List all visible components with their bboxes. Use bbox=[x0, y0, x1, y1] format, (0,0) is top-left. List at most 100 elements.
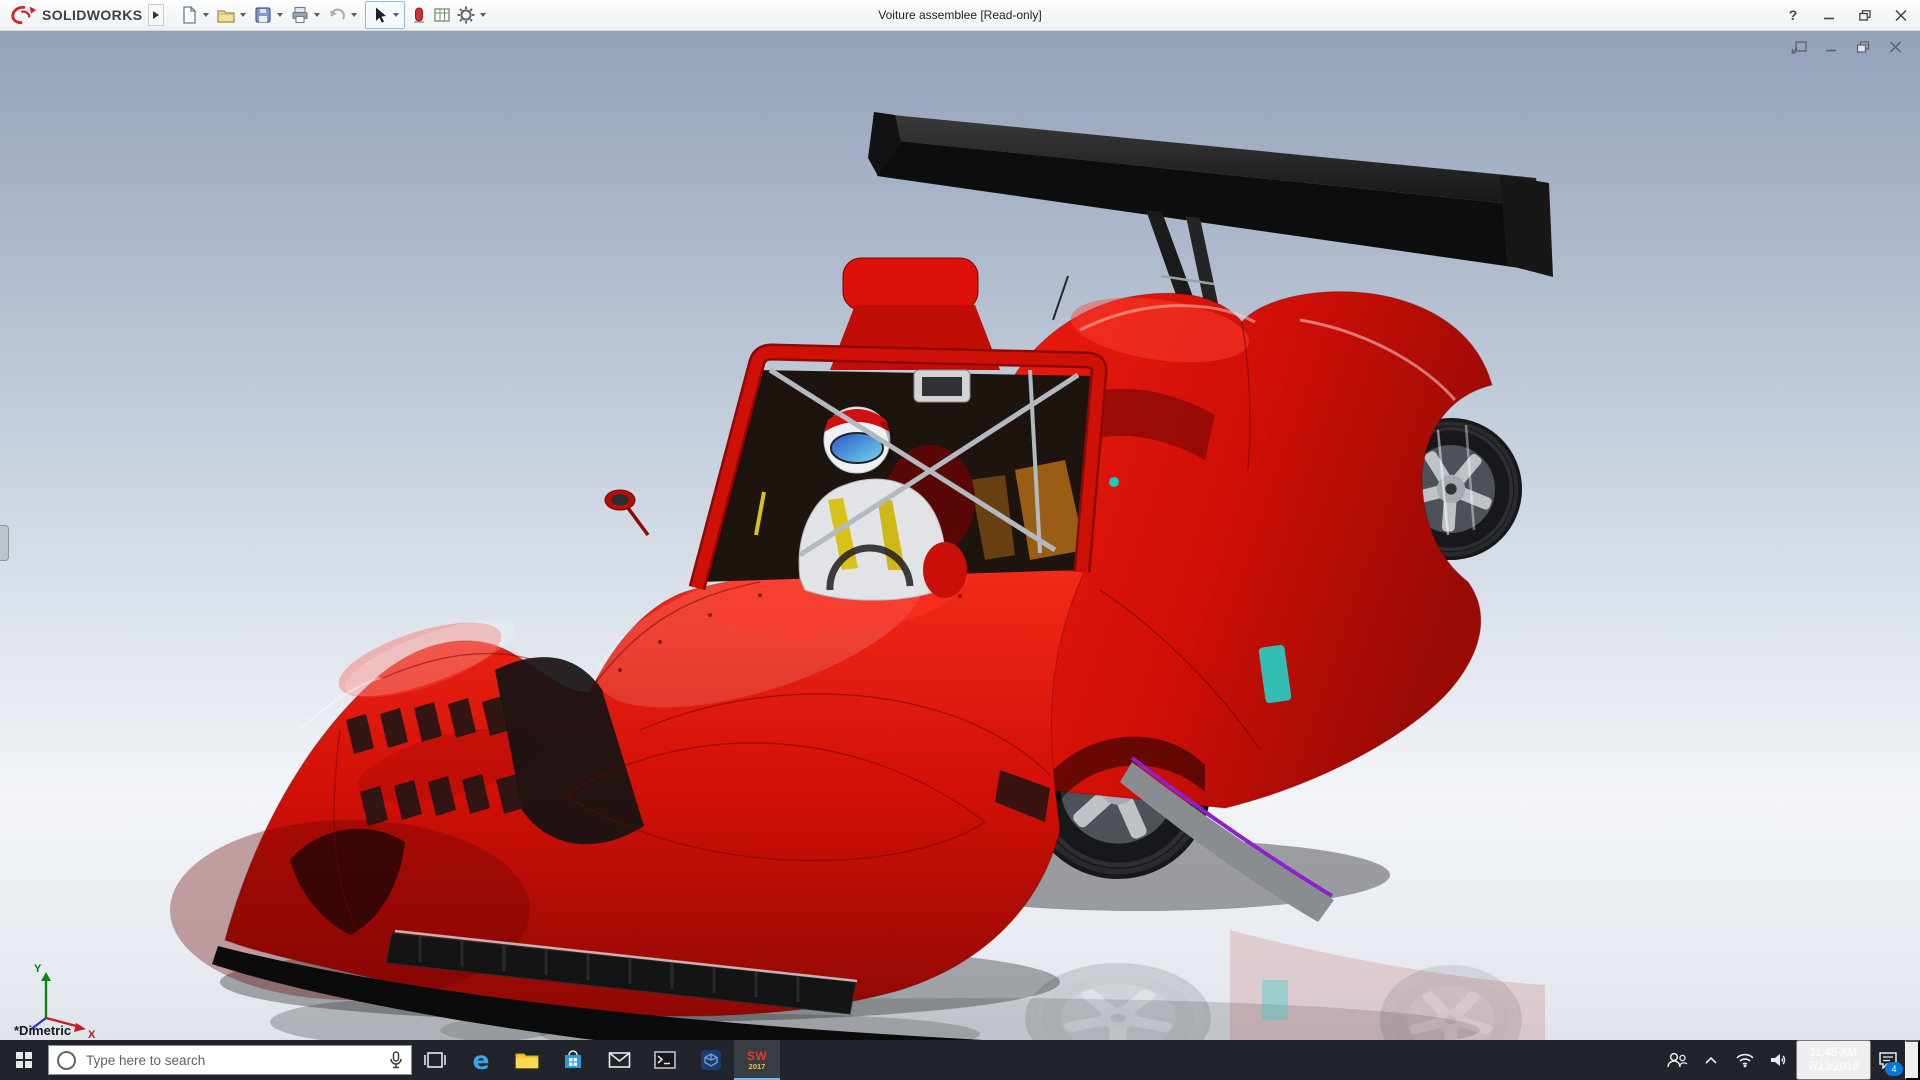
save-icon bbox=[253, 5, 273, 25]
triad-y-label: Y bbox=[34, 963, 42, 975]
appearance-icon bbox=[410, 5, 428, 25]
hidden-icons-button[interactable] bbox=[1694, 1040, 1728, 1080]
system-tray: 11:45 AM 7/13/2018 4 bbox=[1660, 1040, 1920, 1080]
minimize-icon bbox=[1823, 10, 1835, 21]
edrawings-icon bbox=[700, 1049, 722, 1071]
undo-icon bbox=[327, 5, 347, 25]
restore-icon bbox=[1856, 41, 1870, 53]
dropdown-caret-icon[interactable] bbox=[314, 13, 320, 17]
people-button[interactable] bbox=[1660, 1040, 1694, 1080]
view-orientation-label: *Dimetric bbox=[14, 1023, 71, 1038]
options-button[interactable] bbox=[455, 3, 490, 27]
print-button[interactable] bbox=[289, 3, 324, 27]
network-button[interactable] bbox=[1728, 1040, 1762, 1080]
task-view-icon bbox=[424, 1050, 446, 1070]
taskbar-item-store[interactable] bbox=[550, 1040, 596, 1080]
solidworks-icon: SW 2017 bbox=[747, 1050, 767, 1071]
restore-button[interactable] bbox=[1850, 2, 1880, 28]
minimize-icon bbox=[1824, 41, 1838, 53]
start-button[interactable] bbox=[0, 1040, 48, 1080]
close-icon bbox=[1889, 41, 1902, 53]
tray-date: 7/13/2018 bbox=[1808, 1060, 1859, 1074]
window-title: Voiture assemblee [Read-only] bbox=[878, 8, 1041, 22]
close-button[interactable] bbox=[1886, 2, 1916, 28]
people-icon bbox=[1666, 1051, 1688, 1069]
title-bar: SOLIDWORKS bbox=[0, 0, 1920, 31]
close-icon bbox=[1895, 10, 1907, 21]
design-table-icon bbox=[432, 5, 452, 25]
show-desktop-button[interactable] bbox=[1905, 1040, 1920, 1080]
print-icon bbox=[290, 5, 310, 25]
dropdown-caret-icon[interactable] bbox=[240, 13, 246, 17]
gear-icon bbox=[456, 5, 476, 25]
taskbar-search[interactable] bbox=[48, 1045, 412, 1075]
tray-time: 11:45 AM bbox=[1810, 1046, 1858, 1060]
undo-button[interactable] bbox=[326, 3, 361, 27]
cockpit[interactable] bbox=[700, 370, 1095, 600]
minimize-button[interactable] bbox=[1814, 2, 1844, 28]
dropdown-caret-icon[interactable] bbox=[393, 13, 399, 17]
triad-x-label: X bbox=[88, 1029, 96, 1040]
chevron-up-icon bbox=[1704, 1055, 1718, 1065]
mirror-stalk bbox=[628, 508, 648, 535]
taskbar-item-edrawings[interactable] bbox=[688, 1040, 734, 1080]
taskbar-item-edge[interactable]: e bbox=[458, 1040, 504, 1080]
evaluate-table-button[interactable] bbox=[431, 3, 453, 27]
doc-minimize-button[interactable] bbox=[1820, 38, 1842, 56]
driver-arm bbox=[923, 542, 967, 598]
mail-icon bbox=[608, 1051, 631, 1069]
help-button[interactable]: ? bbox=[1778, 2, 1808, 28]
cortana-icon bbox=[57, 1051, 76, 1070]
edge-icon: e bbox=[473, 1048, 490, 1073]
document-window-controls bbox=[1788, 38, 1906, 56]
dropdown-caret-icon[interactable] bbox=[480, 13, 486, 17]
select-tool-button[interactable] bbox=[368, 3, 390, 27]
float-window-button[interactable] bbox=[1788, 38, 1810, 56]
store-icon bbox=[562, 1049, 584, 1071]
tray-clock[interactable]: 11:45 AM 7/13/2018 bbox=[1796, 1040, 1871, 1080]
save-button[interactable] bbox=[252, 3, 287, 27]
new-document-button[interactable] bbox=[178, 3, 213, 27]
dropdown-caret-icon[interactable] bbox=[203, 13, 209, 17]
action-center-button[interactable]: 4 bbox=[1871, 1040, 1905, 1080]
windows-logo-icon bbox=[16, 1052, 32, 1068]
speaker-icon bbox=[1769, 1052, 1789, 1068]
taskbar-item-terminal[interactable] bbox=[642, 1040, 688, 1080]
dropdown-caret-icon[interactable] bbox=[277, 13, 283, 17]
teal-sensor bbox=[1109, 477, 1119, 487]
select-cursor-icon bbox=[369, 5, 389, 25]
doc-restore-button[interactable] bbox=[1852, 38, 1874, 56]
dropdown-caret-icon[interactable] bbox=[351, 13, 357, 17]
terminal-icon bbox=[654, 1051, 676, 1069]
appearance-tool-button[interactable] bbox=[409, 3, 429, 27]
new-document-icon bbox=[179, 5, 199, 25]
taskbar: e SW 2017 bbox=[0, 1040, 1920, 1080]
solidworks-logo-icon bbox=[10, 4, 38, 26]
float-window-icon bbox=[1790, 40, 1808, 55]
volume-button[interactable] bbox=[1762, 1040, 1796, 1080]
open-button[interactable] bbox=[215, 3, 250, 27]
window-controls: ? bbox=[1778, 0, 1916, 30]
solidworks-logo: SOLIDWORKS bbox=[0, 4, 148, 26]
microphone-icon[interactable] bbox=[389, 1051, 403, 1069]
file-explorer-icon bbox=[515, 1050, 539, 1070]
graphics-viewport[interactable]: Y X *Dimetric bbox=[0, 30, 1920, 1040]
antenna bbox=[1053, 276, 1068, 320]
open-folder-icon bbox=[216, 5, 236, 25]
model-scene[interactable]: Y X bbox=[0, 30, 1920, 1040]
notification-badge: 4 bbox=[1885, 1062, 1903, 1076]
logo-text: SOLIDWORKS bbox=[42, 7, 142, 23]
taskbar-item-mail[interactable] bbox=[596, 1040, 642, 1080]
restore-icon bbox=[1859, 10, 1871, 21]
menu-expand-button[interactable] bbox=[148, 4, 164, 26]
wifi-icon bbox=[1735, 1052, 1755, 1068]
select-tool-group bbox=[365, 1, 405, 29]
taskbar-item-solidworks[interactable]: SW 2017 bbox=[734, 1040, 780, 1080]
chevron-right-icon bbox=[153, 11, 159, 19]
taskbar-item-file-explorer[interactable] bbox=[504, 1040, 550, 1080]
doc-close-button[interactable] bbox=[1884, 38, 1906, 56]
air-scoop bbox=[843, 258, 978, 310]
search-input[interactable] bbox=[84, 1052, 381, 1069]
task-view-button[interactable] bbox=[412, 1040, 458, 1080]
standard-toolbar bbox=[178, 1, 490, 29]
